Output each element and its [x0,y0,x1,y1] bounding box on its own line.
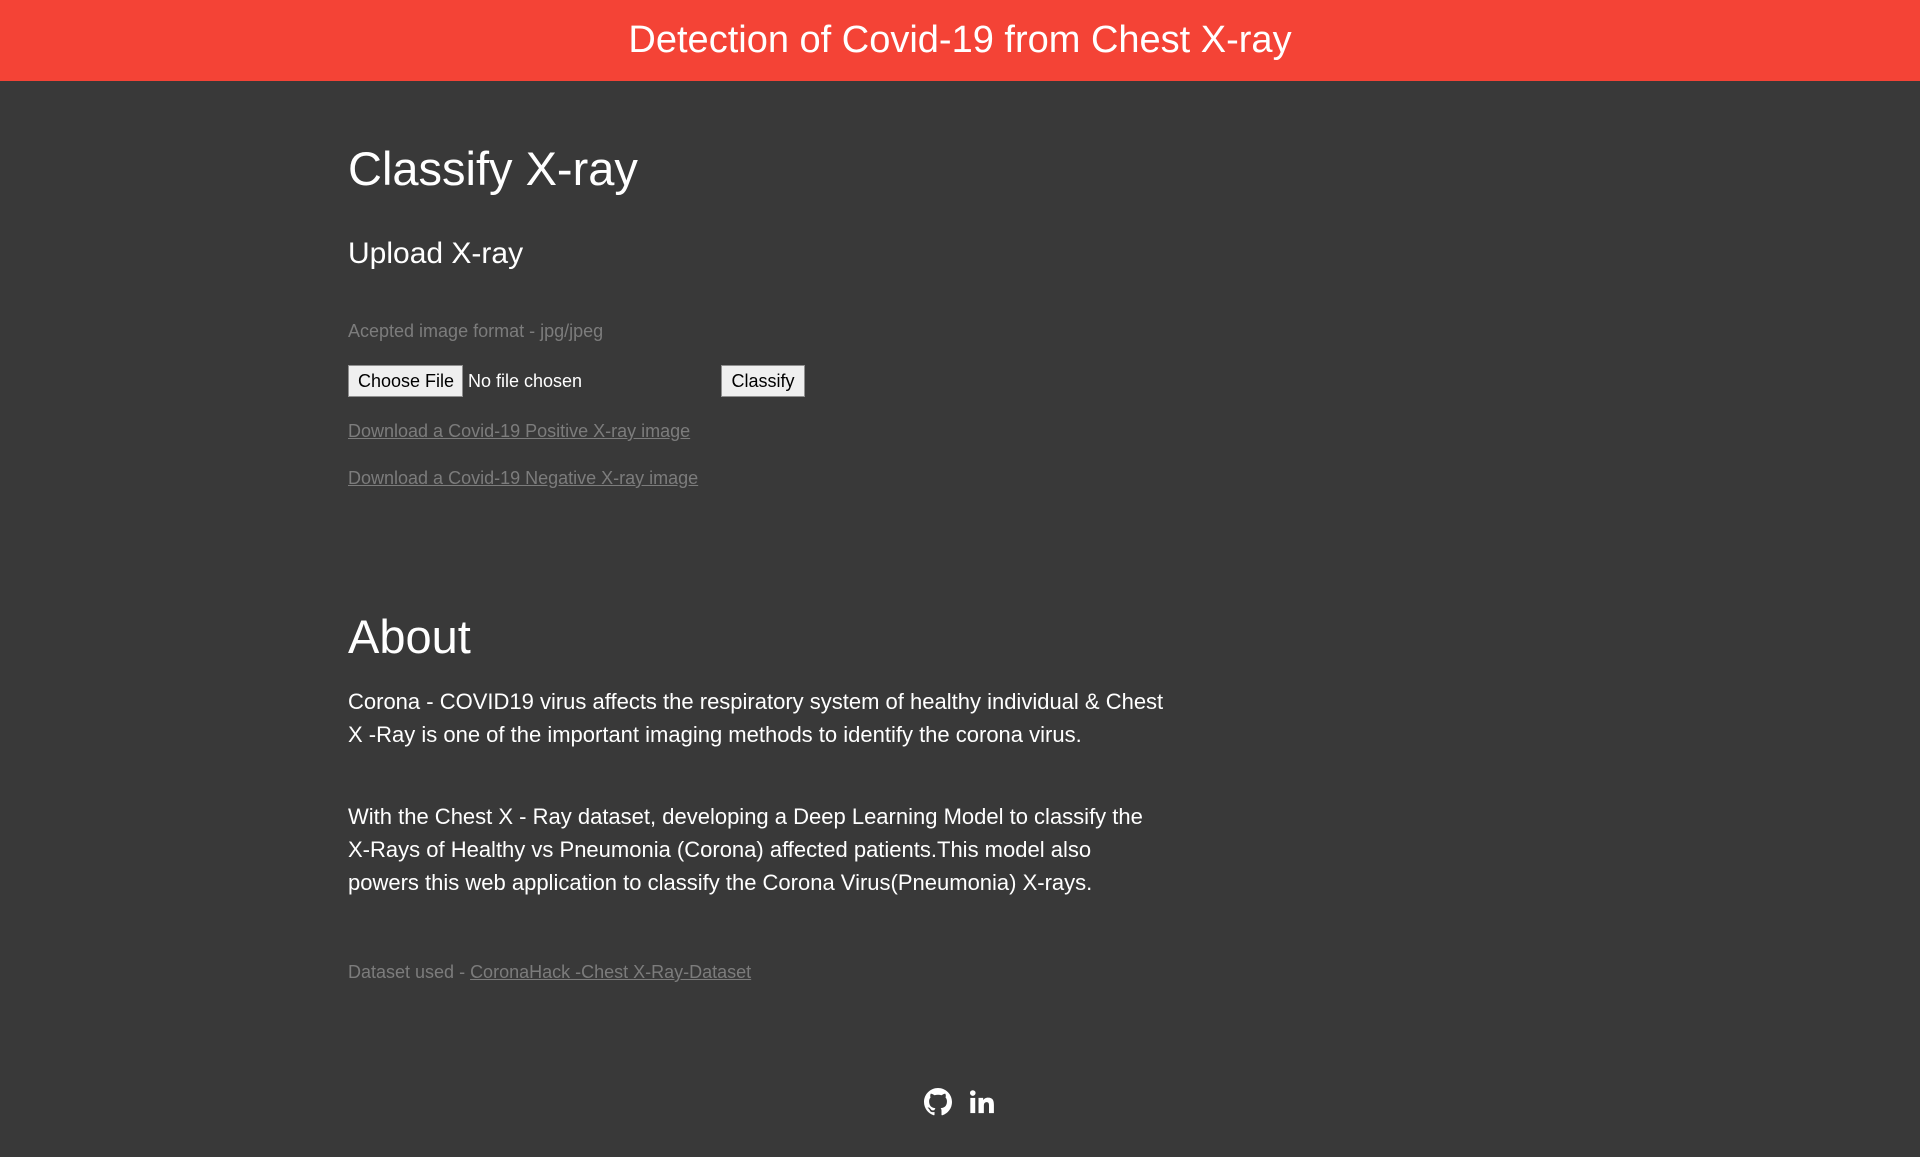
download-positive-link[interactable]: Download a Covid-19 Positive X-ray image [348,421,690,442]
footer-social-links [924,1086,996,1118]
classify-button[interactable]: Classify [721,365,805,397]
file-status-text: No file chosen [468,371,583,391]
format-note: Acepted image format - jpg/jpeg [348,321,604,341]
classify-heading: Classify X-ray [348,142,638,195]
app-header: Detection of Covid-19 from Chest X-ray [0,0,1920,81]
dataset-line: Dataset used - CoronaHack -Chest X-Ray-D… [348,962,751,983]
upload-subheading: Upload X-ray [348,237,524,270]
app-title: Detection of Covid-19 from Chest X-ray [628,19,1292,61]
about-paragraph-1: Corona - COVID19 virus affects the respi… [348,689,1164,747]
linkedin-icon[interactable] [968,1088,996,1116]
about-heading: About [348,610,471,663]
file-upload-row: Choose File No file chosen Classify [348,365,828,399]
choose-file-button[interactable]: Choose File [348,365,463,397]
dataset-link[interactable]: CoronaHack -Chest X-Ray-Dataset [470,962,751,982]
about-paragraph-2: With the Chest X - Ray dataset, developi… [348,804,1143,895]
github-icon[interactable] [924,1088,952,1116]
dataset-prefix: Dataset used - [348,962,471,982]
download-negative-link[interactable]: Download a Covid-19 Negative X-ray image [348,468,698,489]
